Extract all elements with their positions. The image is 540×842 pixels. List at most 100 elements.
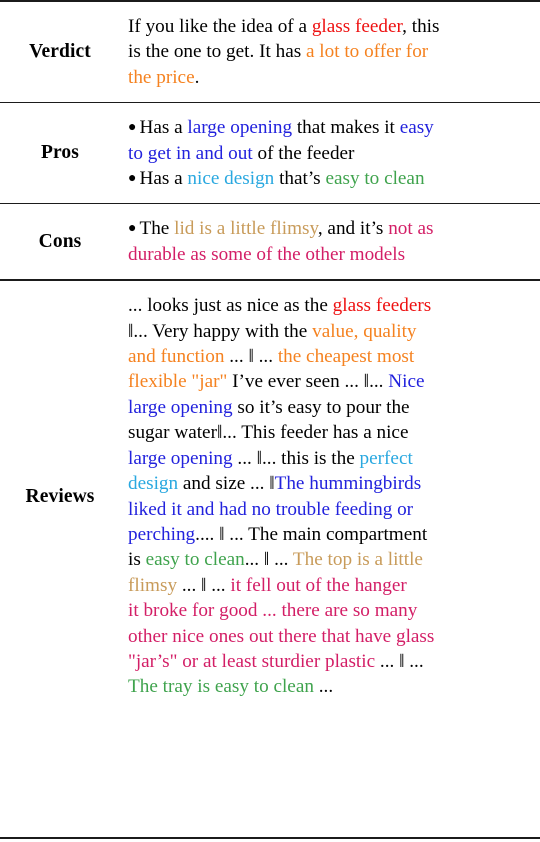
text-line: If you like the idea of a glass feeder, … [128,14,526,39]
text-span-blue: large opening [128,396,233,418]
text-line: "jar’s" or at least sturdier plastic ...… [128,649,526,674]
row-content-cons: ● The lid is a little flimsy, and it’s no… [120,203,540,281]
review-table: Verdict If you like the idea of a glass … [0,0,540,712]
text-line: liked it and had no trouble feeding or [128,497,526,522]
text-line: it broke for good ... there are so many [128,598,526,623]
text-span-black: ... looks just as nice as the [128,295,333,317]
text-span-blue: large opening [128,447,233,469]
text-line: ‖... Very happy with the value, quality [128,319,526,344]
text-span-black: ... ‖ ... [375,650,424,672]
text-line: large opening so it’s easy to pour the [128,395,526,420]
text-span-crimson: "jar’s" or at least sturdier plastic [128,650,376,672]
text-span-tan: flimsy [128,574,178,596]
text-span-black: ‖... This feeder has a nice [216,422,409,444]
text-line: ● Has a nice design that’s easy to clean [128,166,526,191]
table-row-pros: Pros ● Has a large opening that makes it … [0,102,540,204]
text-span-cyan: perfect [359,447,413,469]
row-label-verdict: Verdict [0,0,120,103]
text-span-black: ‖... Very happy with the [128,320,313,342]
row-label-pros: Pros [0,102,120,204]
text-span-green: easy to clean [325,168,425,190]
text-span-black: is the one to get. It has [128,41,306,63]
text-span-black: Has a [139,168,188,190]
text-span-orange: and function [128,346,225,368]
text-span-orange: value, quality [312,320,417,342]
text-span-blue: The hummingbirds [274,473,422,495]
table-row-verdict: Verdict If you like the idea of a glass … [0,0,540,103]
table-body: Verdict If you like the idea of a glass … [0,0,540,712]
text-span-black: I’ve ever seen ... ‖... [227,371,389,393]
text-span-black: so it’s easy to pour the [232,396,410,418]
text-span-crimson: other nice ones out there that have glas… [128,625,435,647]
text-span-red: glass feeders [332,295,432,317]
text-span-orange: flexible "jar" [128,371,228,393]
table-row-cons: Cons ● The lid is a little flimsy, and it… [0,203,540,281]
text-span-tan: lid is a little flimsy [174,218,318,240]
text-span-blue: to get in and out [128,142,253,164]
text-span-black: Has a [139,117,188,139]
text-span-black: , and it’s [317,218,389,240]
text-line: flimsy ... ‖ ... it fell out of the hang… [128,573,526,598]
text-span-black: If you like the idea of a [128,16,312,37]
text-line: ... looks just as nice as the glass feed… [128,293,526,318]
text-line: to get in and out of the feeder [128,141,526,166]
text-line: is the one to get. It has a lot to offer… [128,39,526,64]
text-span-black: that makes it [292,117,400,139]
row-content-pros: ● Has a large opening that makes it easy t… [120,102,540,204]
text-span-black: ... ‖ ... [244,549,293,571]
text-span-green: easy to clean [145,549,245,571]
text-span-black: , this [402,16,440,37]
text-line: durable as some of the other models [128,242,526,267]
text-line: large opening ... ‖... this is the perfe… [128,446,526,471]
bullet-marker-icon: ● [128,171,137,187]
text-span-orange: a lot to offer for [305,41,429,63]
text-span-black: sugar water [128,422,217,444]
text-span-blue: liked it and had no trouble feeding or [128,498,414,520]
text-span-tan: The top is a little [292,549,423,571]
text-span-black: ... [313,676,334,698]
text-line: ● The lid is a little flimsy, and it’s no… [128,216,526,241]
text-span-blue: large opening [187,117,293,139]
text-span-crimson: it fell out of the hanger [230,574,407,596]
text-span-black: ... ‖ ... [224,346,278,368]
text-span-cyan: nice design [187,168,275,190]
text-span-green: The tray is easy to clean [128,676,314,698]
review-summary-table-figure: Verdict If you like the idea of a glass … [0,0,540,842]
text-line: other nice ones out there that have glas… [128,624,526,649]
text-span-black: is [128,549,146,571]
text-line: the price. [128,65,526,90]
table-row-reviews: Reviews ... looks just as nice as the gl… [0,279,540,712]
table-bottom-rule [0,837,540,839]
text-line: and function ... ‖ ... the cheapest most [128,344,526,369]
text-span-black: that’s [274,168,326,190]
row-content-verdict: If you like the idea of a glass feeder, … [120,0,540,103]
text-line: flexible "jar" I’ve ever seen ... ‖... N… [128,369,526,394]
row-label-reviews: Reviews [0,279,120,712]
text-span-black: of the feeder [252,142,355,164]
text-line: The tray is easy to clean ... [128,674,526,699]
row-label-cons: Cons [0,203,120,281]
text-span-blue: Nice [388,371,425,393]
text-span-black: ... ‖ ... [177,574,231,596]
text-span-black: ... ‖... this is the [232,447,360,469]
text-span-orange: the price [128,66,195,88]
bullet-marker-icon: ● [128,120,137,136]
text-span-red: glass feeder [311,16,403,37]
text-span-cyan: design [128,473,179,495]
text-span-black: . [194,66,200,88]
text-span-crimson: not as [388,218,434,240]
text-span-blue: easy [399,117,434,139]
text-line: ● Has a large opening that makes it easy [128,115,526,140]
text-span-black: The [139,218,175,240]
text-line: is easy to clean... ‖ ... The top is a l… [128,547,526,572]
row-content-reviews: ... looks just as nice as the glass feed… [120,279,540,712]
text-line: sugar water‖... This feeder has a nice [128,420,526,445]
bullet-marker-icon: ● [128,221,137,237]
text-span-blue: perching [128,523,196,545]
text-line: design and size ... ‖The hummingbirds [128,471,526,496]
text-span-orange: the cheapest most [277,346,415,368]
text-span-black: and size ... ‖ [178,473,275,495]
text-span-crimson: it broke for good ... there are so many [128,600,418,622]
text-span-crimson: durable as some of the other models [128,243,406,265]
text-span-black: .... ‖ ... The main compartment [195,523,428,545]
